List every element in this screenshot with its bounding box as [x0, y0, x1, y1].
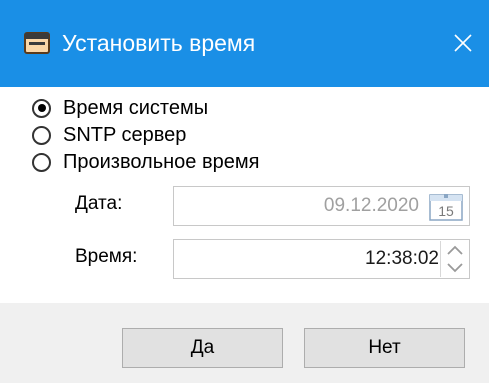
- calendar-day: 15: [438, 203, 454, 219]
- dialog-content: Время системы SNTP сервер Произвольное в…: [0, 87, 489, 303]
- radio-label: Произвольное время: [63, 150, 260, 173]
- radio-label: Время системы: [63, 96, 209, 119]
- spin-up-button[interactable]: [441, 241, 469, 259]
- radio-sntp-server[interactable]: SNTP сервер: [32, 122, 186, 148]
- calendar-icon[interactable]: 15: [429, 194, 463, 221]
- dialog-footer: Да Нет: [0, 303, 489, 383]
- radio-custom-time[interactable]: Произвольное время: [32, 149, 259, 175]
- ok-button[interactable]: Да: [122, 328, 283, 368]
- date-picker[interactable]: 09.12.2020 15: [173, 186, 470, 226]
- window-title: Установить время: [62, 30, 256, 56]
- time-label: Время:: [75, 246, 138, 267]
- title-bar: Установить время: [0, 0, 489, 87]
- date-value: 09.12.2020: [323, 195, 419, 216]
- radio-label: SNTP сервер: [63, 123, 187, 146]
- close-icon: [453, 34, 472, 52]
- close-button[interactable]: [436, 18, 489, 68]
- date-label: Дата:: [75, 193, 123, 214]
- window-app-icon: [24, 32, 50, 54]
- radio-button[interactable]: [32, 125, 51, 145]
- radio-system-time[interactable]: Время системы: [32, 95, 208, 121]
- time-picker[interactable]: 12:38:02: [173, 239, 470, 279]
- spin-down-button[interactable]: [441, 259, 469, 277]
- chevron-down-icon: [447, 263, 463, 273]
- radio-button-checked[interactable]: [32, 98, 51, 118]
- radio-button[interactable]: [32, 152, 51, 172]
- time-value: 12:38:02: [365, 248, 439, 269]
- chevron-up-icon: [447, 245, 463, 255]
- cancel-button[interactable]: Нет: [304, 328, 465, 368]
- time-spinner[interactable]: [440, 241, 469, 277]
